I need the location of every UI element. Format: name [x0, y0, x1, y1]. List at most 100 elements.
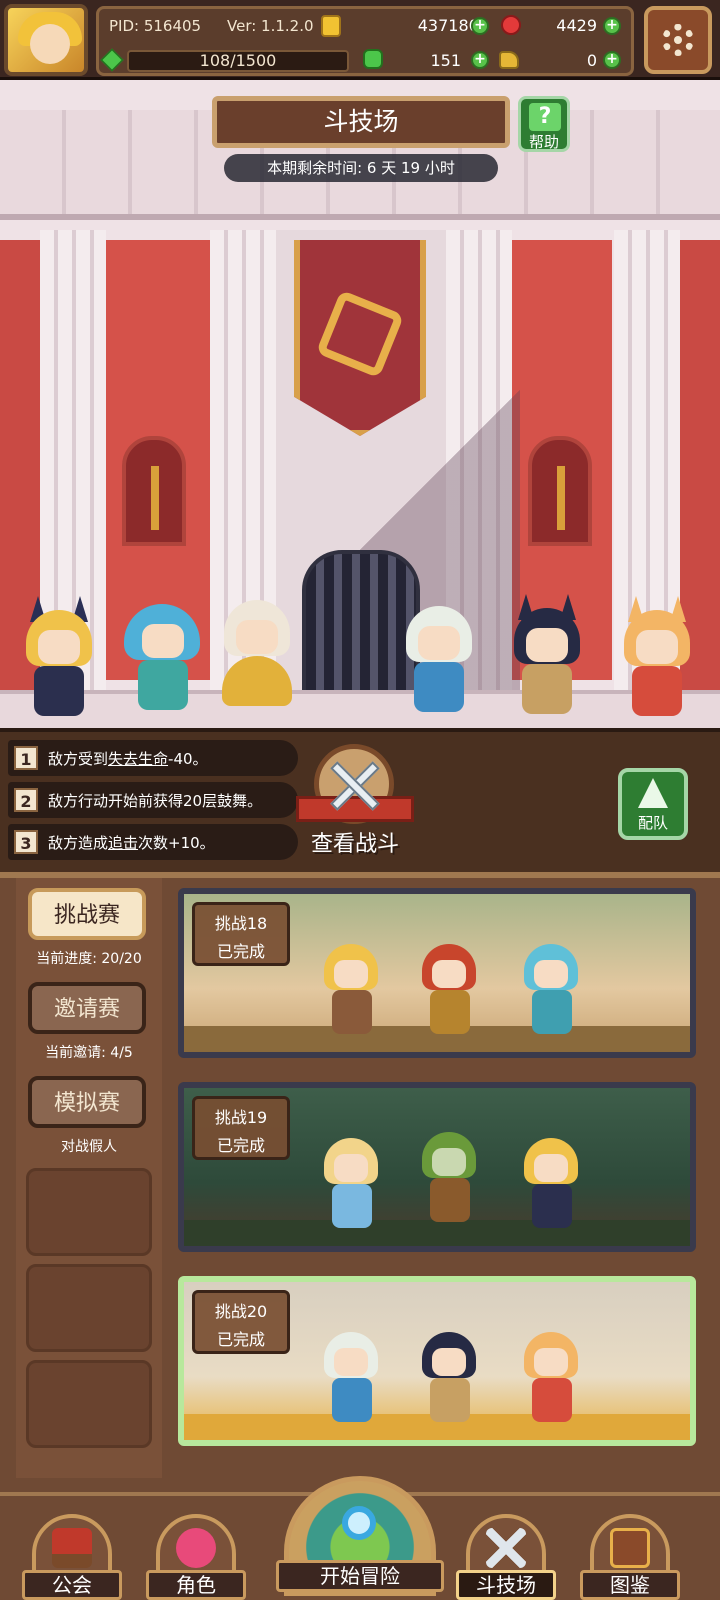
buff-text: 敌方行动开始前获得20层鼓舞。	[48, 792, 263, 810]
mode-sidebar: 挑战赛 当前进度: 20/20 邀请赛 当前邀请: 4/5 模拟赛 对战假人	[16, 878, 162, 1478]
buff-number: 1	[14, 746, 38, 770]
challenge-hero	[516, 1332, 586, 1426]
battle-ribbon	[296, 796, 414, 822]
empty-slot	[26, 1360, 152, 1448]
player-id: PID: 516405	[109, 17, 202, 35]
view-battle-label: 查看战斗	[310, 832, 399, 857]
keyword-link[interactable]: 追击	[108, 834, 138, 852]
nav-guild[interactable]: 公会	[22, 1514, 122, 1600]
enemy-hero[interactable]	[396, 606, 482, 718]
challenge-hero	[316, 1332, 386, 1426]
enemy-hero[interactable]	[504, 594, 590, 720]
challenge-title: 挑战20	[214, 1302, 268, 1321]
challenge-hero	[316, 944, 386, 1038]
resource-panel: PID: 516405 Ver: 1.1.2.0 4371803 + 4429 …	[96, 6, 634, 76]
banner-emblem-icon	[315, 289, 405, 379]
energy-meter: 108/1500	[100, 47, 351, 73]
buff-text: 敌方受到失去生命-40。	[48, 750, 208, 768]
help-button[interactable]: ? 帮助	[518, 96, 570, 152]
challenge-panel: 挑战赛 当前进度: 20/20 邀请赛 当前邀请: 4/5 模拟赛 对战假人 挑…	[0, 872, 720, 1492]
empty-slot	[26, 1168, 152, 1256]
nav-roles[interactable]: 角色	[146, 1514, 246, 1600]
arena-scene: 斗技场 ? 帮助 本期剩余时间: 6 天 19 小时	[0, 80, 720, 728]
empty-slot	[26, 1264, 152, 1352]
player-avatar[interactable]	[4, 4, 88, 76]
arena-title: 斗技场	[212, 96, 510, 148]
challenge-status: 已完成	[216, 942, 265, 961]
challenge-progress: 当前进度: 20/20	[36, 951, 142, 967]
buff-number: 3	[14, 830, 38, 854]
enemy-hero[interactable]	[214, 600, 300, 712]
settings-button[interactable]	[644, 6, 712, 74]
simulation-mode-button[interactable]: 模拟赛	[28, 1076, 146, 1128]
buff-row: 1 敌方受到失去生命-40。	[8, 740, 298, 776]
energy-value: 108/1500	[127, 50, 349, 72]
challenge-tag: 挑战19 已完成	[192, 1096, 290, 1160]
wall-niche	[528, 436, 592, 546]
enemy-hero[interactable]	[120, 604, 206, 716]
avatar-face	[30, 24, 70, 64]
arena-floor	[0, 690, 720, 728]
clover-icon	[363, 49, 383, 69]
clover-amount: 151	[430, 51, 461, 70]
help-label: 帮助	[528, 133, 559, 151]
challenge-title: 挑战19	[214, 1108, 268, 1127]
enemy-hero[interactable]	[16, 596, 102, 722]
challenge-hero	[414, 1132, 484, 1226]
team-label: 配队	[637, 814, 668, 832]
gear-icon	[662, 24, 694, 56]
character-icon	[176, 1528, 216, 1568]
season-timer: 本期剩余时间: 6 天 19 小时	[224, 154, 498, 182]
buff-number: 2	[14, 788, 38, 812]
challenge-hero	[414, 944, 484, 1038]
sword-icon	[557, 466, 565, 530]
add-gem-button[interactable]: +	[603, 17, 621, 35]
keyword-link[interactable]: 失去生命	[108, 750, 168, 768]
top-status-bar: PID: 516405 Ver: 1.1.2.0 4371803 + 4429 …	[0, 0, 720, 80]
guild-hall-icon	[52, 1528, 92, 1568]
simulation-desc: 对战假人	[61, 1139, 117, 1155]
gold-amount: 4371803	[417, 16, 489, 35]
challenge-status: 已完成	[216, 1136, 265, 1155]
nav-codex[interactable]: 图鉴	[580, 1514, 680, 1600]
team-icon	[638, 778, 668, 808]
gem-amount: 4429	[556, 16, 597, 35]
view-battle-button[interactable]: 查看战斗	[296, 744, 414, 862]
challenge-mode-button[interactable]: 挑战赛	[28, 888, 146, 940]
gold-coin-icon	[321, 15, 341, 37]
challenge-hero	[516, 944, 586, 1038]
arena-banner	[294, 240, 426, 436]
invitation-count: 当前邀请: 4/5	[45, 1045, 133, 1061]
challenge-card[interactable]: 挑战19 已完成	[178, 1082, 696, 1252]
challenge-card-selected[interactable]: 挑战20 已完成	[178, 1276, 696, 1446]
buff-text: 敌方造成追击次数+10。	[48, 834, 215, 852]
add-gold-button[interactable]: +	[471, 17, 489, 35]
challenge-card[interactable]: 挑战18 已完成	[178, 888, 696, 1058]
start-adventure-button[interactable]: 开始冒险	[276, 1476, 444, 1600]
add-clover-button[interactable]: +	[471, 51, 489, 69]
challenge-title: 挑战18	[214, 914, 268, 933]
nav-guild-label: 公会	[22, 1570, 122, 1600]
crossed-swords-icon	[486, 1528, 526, 1568]
invitation-mode-button[interactable]: 邀请赛	[28, 982, 146, 1034]
buff-row: 3 敌方造成追击次数+10。	[8, 824, 298, 860]
nav-arena-label: 斗技场	[456, 1570, 556, 1600]
team-setup-button[interactable]: 配队	[618, 768, 688, 840]
energy-icon	[100, 48, 124, 72]
key-icon	[499, 51, 519, 69]
add-key-button[interactable]: +	[603, 51, 621, 69]
challenge-tag: 挑战18 已完成	[192, 902, 290, 966]
challenge-status: 已完成	[216, 1330, 265, 1349]
nav-codex-label: 图鉴	[580, 1570, 680, 1600]
challenge-hero	[316, 1138, 386, 1232]
key-amount: 0	[586, 51, 597, 70]
challenge-tag: 挑战20 已完成	[192, 1290, 290, 1354]
buff-row: 2 敌方行动开始前获得20层鼓舞。	[8, 782, 298, 818]
nav-arena[interactable]: 斗技场	[456, 1514, 556, 1600]
question-icon: ?	[529, 103, 561, 131]
book-icon	[610, 1528, 650, 1568]
challenge-hero	[414, 1332, 484, 1426]
magnifier-icon	[342, 1506, 376, 1540]
enemy-hero[interactable]	[614, 596, 700, 722]
game-version: Ver: 1.1.2.0	[227, 17, 314, 35]
